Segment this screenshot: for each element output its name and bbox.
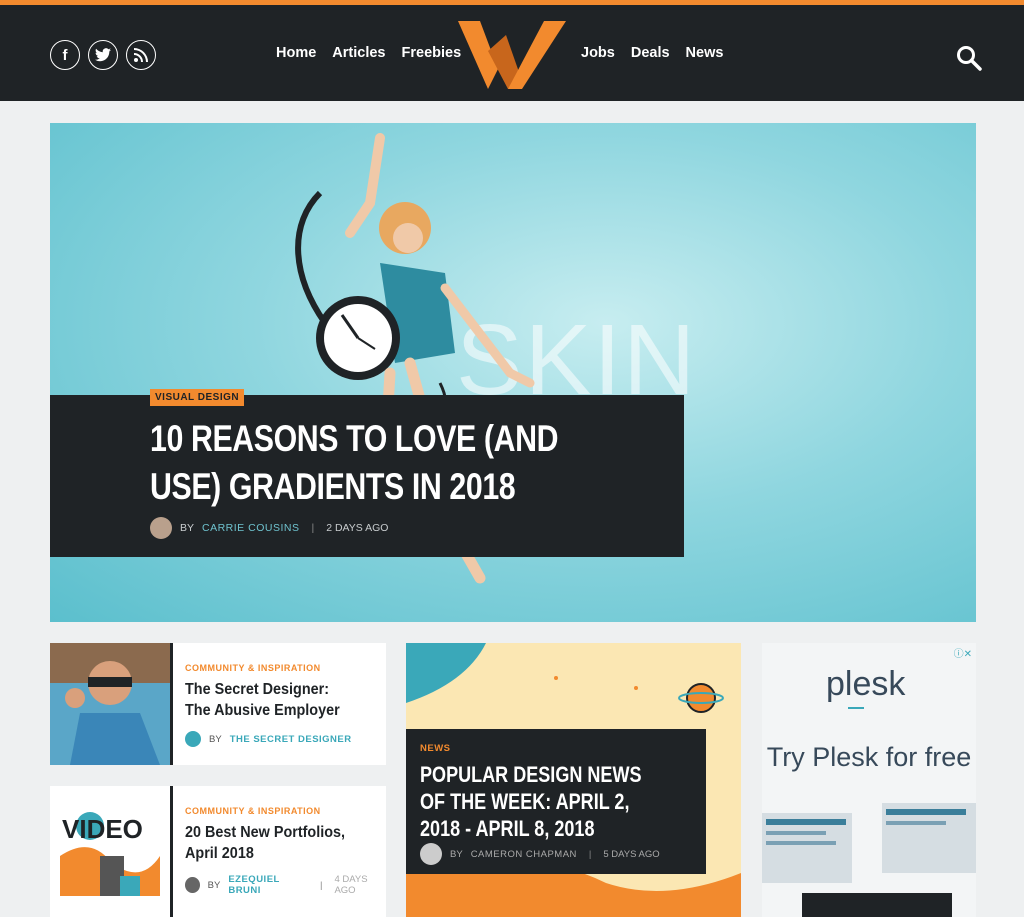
ad-logo-underline (848, 707, 864, 709)
article-thumbnail (50, 643, 170, 765)
nav-news[interactable]: News (686, 45, 724, 61)
card-byline: BY EZEQUIEL BRUNI | 4 DAYS AGO (185, 874, 386, 896)
article-card[interactable]: COMMUNITY & INSPIRATION The Secret Desig… (50, 643, 386, 765)
social-links: f (50, 40, 156, 70)
hero-article[interactable]: SKIN VISUAL DESIGN 10 REASONS TO LOVE (A… (50, 123, 976, 622)
hero-category-tag[interactable]: VISUAL DESIGN (150, 389, 245, 406)
feature-time: 5 DAYS AGO (603, 848, 660, 860)
twitter-icon[interactable] (88, 40, 118, 70)
author-avatar (420, 843, 442, 865)
feature-category-tag[interactable]: NEWS (420, 743, 451, 754)
primary-nav-right: Jobs Deals News (581, 45, 723, 61)
hero-time: 2 DAYS AGO (326, 522, 389, 534)
card-divider (170, 643, 173, 765)
featured-news-card[interactable]: NEWS POPULAR DESIGN NEWS OF THE WEEK: AP… (406, 643, 741, 917)
feature-title[interactable]: POPULAR DESIGN NEWS OF THE WEEK: APRIL 2… (420, 761, 666, 842)
nav-deals[interactable]: Deals (631, 45, 670, 61)
hero-byline: BY CARRIE COUSINS | 2 DAYS AGO (150, 517, 388, 539)
author-avatar (185, 877, 200, 893)
site-header: f Home Articles Freebies Jobs Deals News (0, 5, 1024, 101)
hero-author-link[interactable]: CARRIE COUSINS (202, 522, 299, 534)
ad-brand-logo: plesk (826, 665, 906, 703)
byline-separator: | (311, 522, 315, 534)
ad-screenshot-art (762, 803, 976, 917)
article-card[interactable]: VIDEO COMMUNITY & INSPIRATION 20 Best Ne… (50, 786, 386, 917)
author-avatar (150, 517, 172, 539)
nav-jobs[interactable]: Jobs (581, 45, 615, 61)
byline-separator: | (588, 848, 592, 860)
card-divider (170, 786, 173, 917)
byline-by: BY (180, 522, 195, 534)
byline-by: BY (209, 733, 222, 745)
site-logo[interactable] (458, 21, 566, 89)
byline-by: BY (207, 879, 221, 891)
author-avatar (185, 731, 201, 747)
card-title[interactable]: 20 Best New Portfolios, April 2018 (185, 822, 356, 864)
card-time: 4 DAYS AGO (334, 874, 368, 896)
nav-freebies[interactable]: Freebies (402, 45, 462, 61)
twitter-glyph (95, 48, 111, 62)
ad-cta-text[interactable]: Try Plesk for free (762, 739, 976, 775)
feature-byline: BY CAMERON CHAPMAN | 5 DAYS AGO (420, 843, 660, 865)
card-author-link[interactable]: THE SECRET DESIGNER (230, 734, 352, 745)
nav-home[interactable]: Home (276, 45, 316, 61)
card-category[interactable]: COMMUNITY & INSPIRATION (185, 663, 321, 673)
primary-nav-left: Home Articles Freebies (276, 45, 461, 61)
rss-icon[interactable] (126, 40, 156, 70)
facebook-glyph: f (62, 46, 68, 64)
nav-articles[interactable]: Articles (332, 45, 385, 61)
card-author-link[interactable]: EZEQUIEL BRUNI (228, 874, 308, 896)
advertisement[interactable]: ⓘ✕ plesk Try Plesk for free (762, 643, 976, 917)
card-title[interactable]: The Secret Designer: The Abusive Employe… (185, 679, 356, 721)
rss-glyph (134, 48, 148, 62)
hero-title[interactable]: 10 REASONS TO LOVE (AND USE) GRADIENTS I… (150, 415, 576, 511)
byline-separator: | (319, 879, 323, 891)
thumbnail-video-text: VIDEO (62, 814, 143, 844)
byline-by: BY (450, 848, 463, 860)
facebook-icon[interactable]: f (50, 40, 80, 70)
card-byline: BY THE SECRET DESIGNER (185, 731, 352, 747)
article-thumbnail: VIDEO (50, 786, 170, 917)
search-icon[interactable] (956, 45, 982, 71)
card-category[interactable]: COMMUNITY & INSPIRATION (185, 806, 321, 816)
feature-author-link[interactable]: CAMERON CHAPMAN (471, 849, 577, 860)
ad-choices-icon[interactable]: ⓘ✕ (954, 645, 972, 660)
